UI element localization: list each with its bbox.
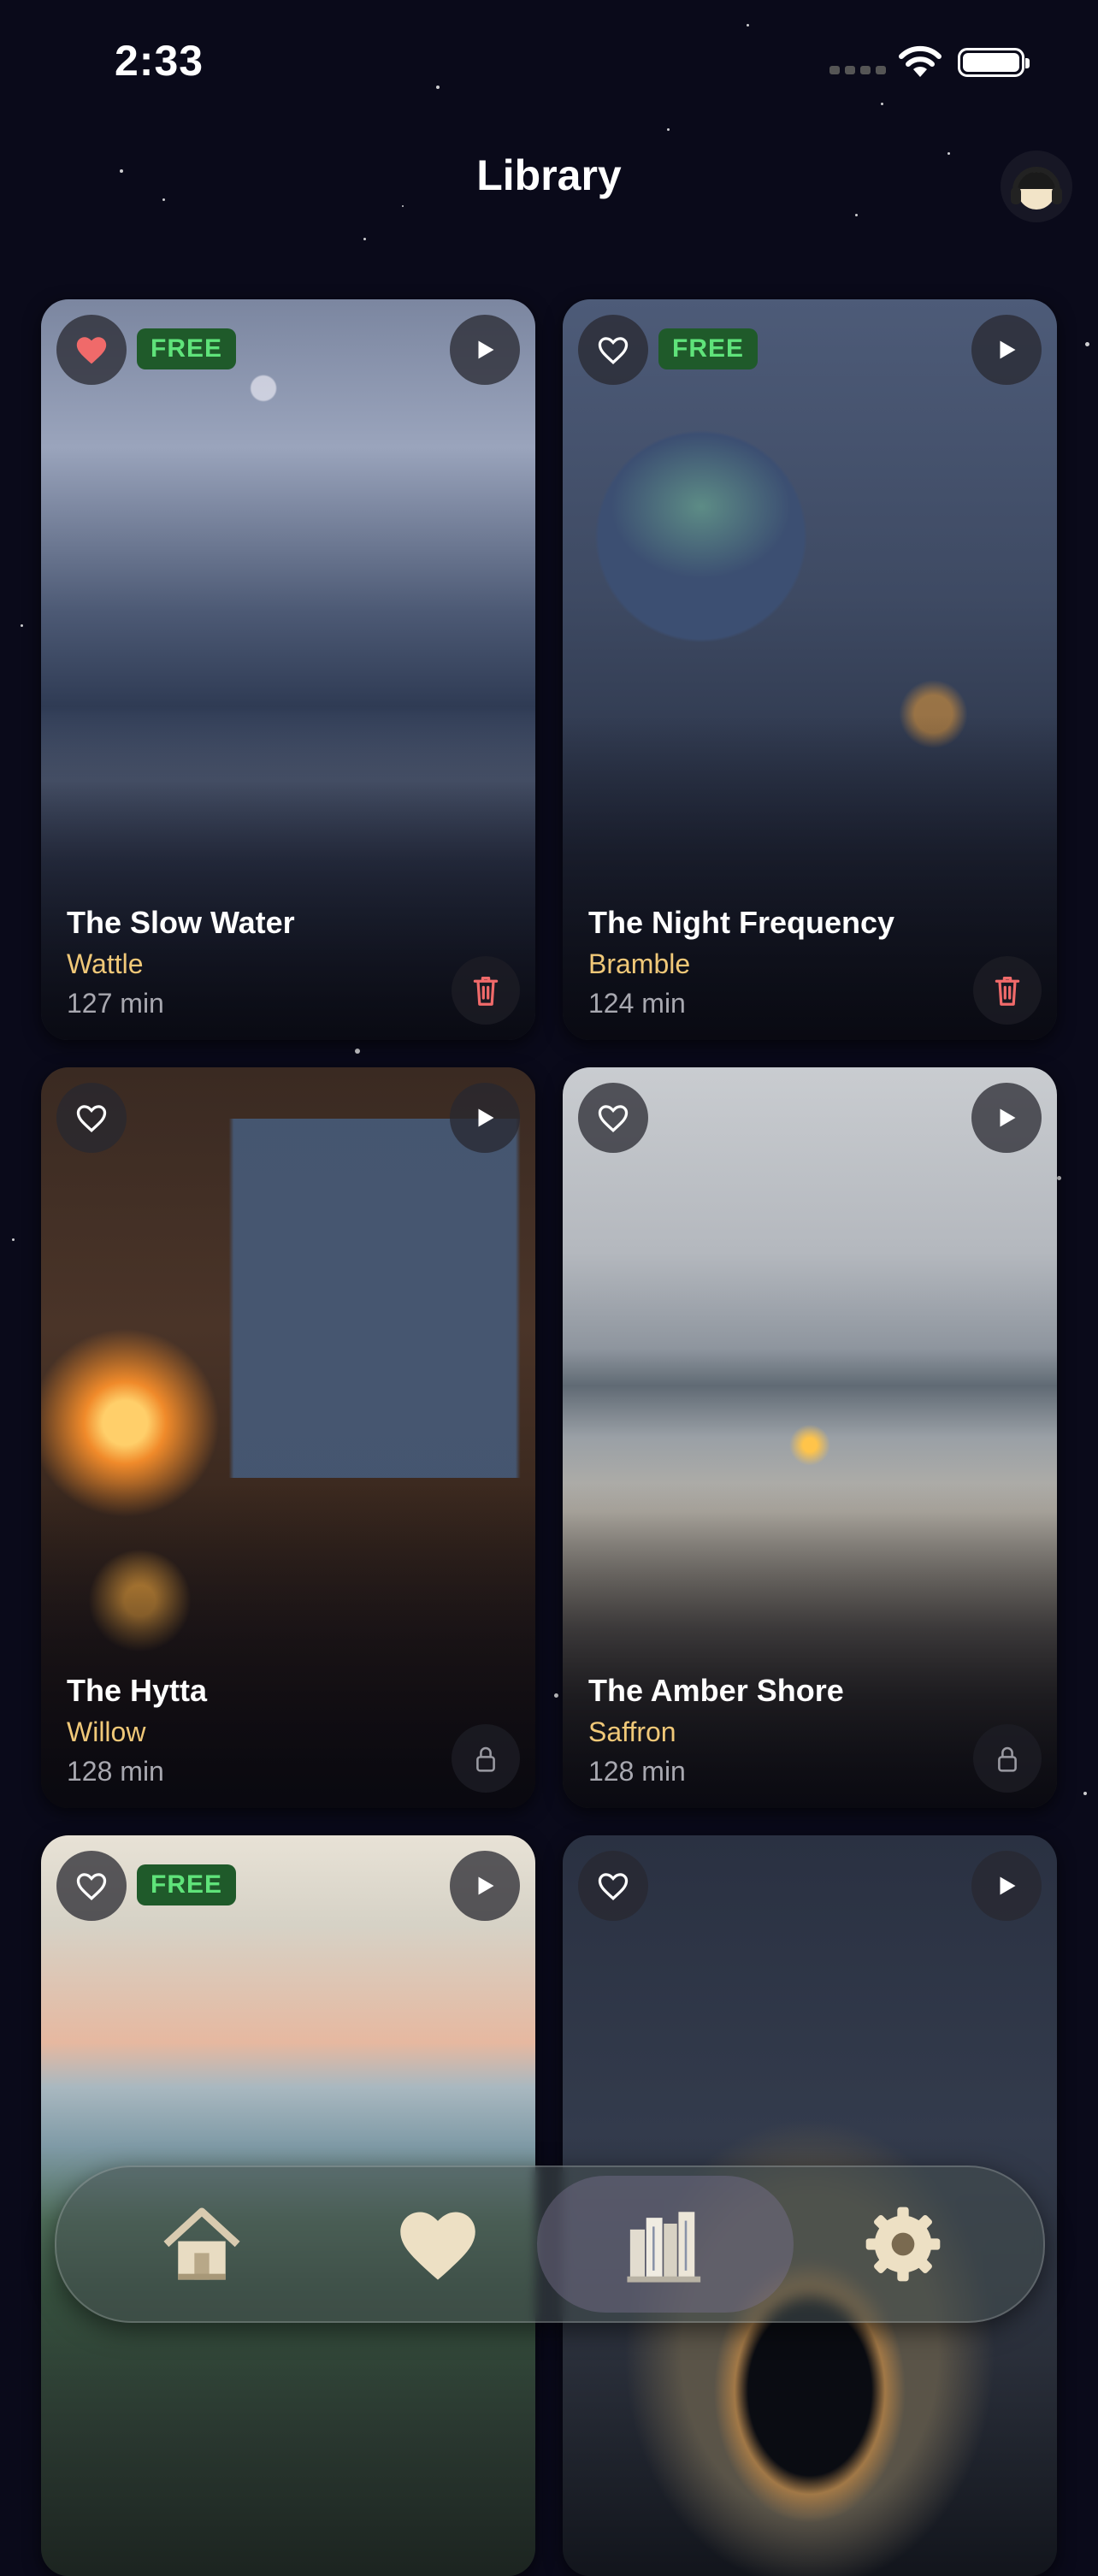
card-title: The Slow Water [67,905,295,940]
story-card-slow-water[interactable]: FREE The Slow Water Wattle 127 min [41,299,535,1040]
heart-outline-icon [76,1105,107,1132]
heart-outline-icon [598,1105,629,1132]
play-button[interactable] [450,1851,520,1921]
tab-favorites[interactable] [310,2176,566,2313]
card-title: The Hytta [67,1673,208,1708]
favorite-button[interactable] [56,1083,127,1153]
card-title: The Night Frequency [588,905,895,940]
locked-indicator [452,1724,520,1793]
free-badge: FREE [137,328,237,369]
battery-icon [958,48,1030,77]
status-time: 2:33 [115,37,204,85]
trash-icon [473,976,499,1006]
favorite-button[interactable] [578,315,648,385]
profile-button[interactable] [1001,151,1072,222]
play-icon [478,1876,494,1895]
play-button[interactable] [450,1083,520,1153]
books-icon [627,2212,701,2283]
story-card-amber-shore[interactable]: The Amber Shore Saffron 128 min [563,1067,1057,1808]
favorite-button[interactable] [56,1851,127,1921]
play-icon [1000,340,1016,359]
lock-icon [476,1746,495,1772]
free-badge: FREE [137,1864,237,1905]
home-icon [163,2207,240,2280]
play-icon [1000,1108,1016,1127]
favorite-button[interactable] [578,1851,648,1921]
story-card-hytta[interactable]: The Hytta Willow 128 min [41,1067,535,1808]
gear-icon [865,2207,941,2282]
card-duration: 128 min [588,1756,686,1787]
headphones-avatar-icon [1011,167,1062,210]
delete-button[interactable] [973,956,1042,1025]
play-button[interactable] [971,1083,1042,1153]
card-narrator: Saffron [588,1716,676,1747]
card-narrator: Willow [67,1716,146,1747]
heart-outline-icon [598,337,629,364]
card-duration: 127 min [67,988,164,1019]
tab-home[interactable] [74,2176,330,2313]
card-duration: 124 min [588,988,686,1019]
status-bar: 2:33 [0,0,1098,128]
favorite-button[interactable] [56,315,127,385]
card-duration: 128 min [67,1756,164,1787]
heart-outline-icon [598,1873,629,1900]
play-icon [478,1108,494,1127]
card-title: The Amber Shore [588,1673,844,1708]
wifi-icon [899,45,942,77]
play-button[interactable] [450,315,520,385]
trash-icon [995,976,1020,1006]
cellular-signal-icon [829,66,886,74]
free-badge: FREE [658,328,759,369]
play-button[interactable] [971,1851,1042,1921]
page-title: Library [476,151,622,199]
locked-indicator [973,1724,1042,1793]
heart-filled-icon [76,337,107,364]
lock-icon [998,1746,1017,1772]
heart-outline-icon [76,1873,107,1900]
heart-icon [400,2212,475,2280]
card-narrator: Bramble [588,948,691,979]
tab-bar [55,2165,1045,2323]
play-button[interactable] [971,315,1042,385]
tab-library[interactable] [537,2176,794,2313]
play-icon [1000,1876,1016,1895]
card-narrator: Wattle [67,948,144,979]
play-icon [478,340,494,359]
favorite-button[interactable] [578,1083,648,1153]
tab-settings[interactable] [775,2176,1031,2313]
delete-button[interactable] [452,956,520,1025]
story-card-night-frequency[interactable]: FREE The Night Frequency Bramble 124 min [563,299,1057,1040]
